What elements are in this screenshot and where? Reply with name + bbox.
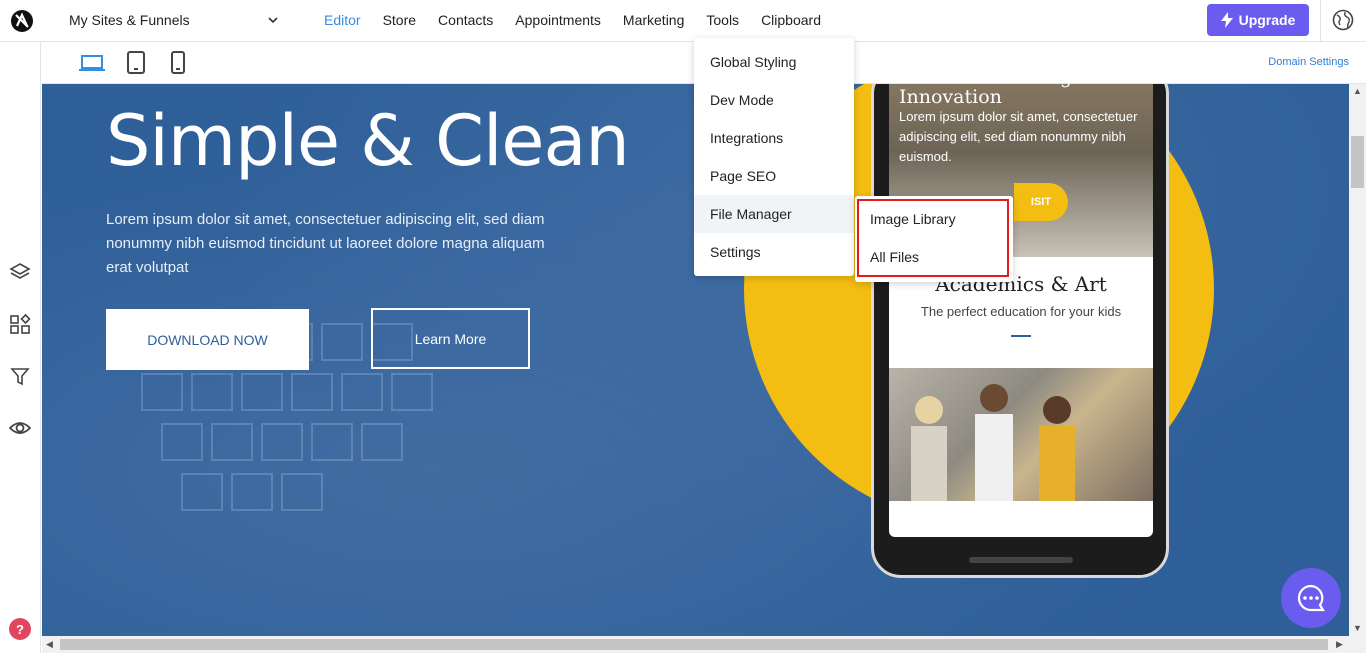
layers-icon[interactable] — [9, 261, 31, 283]
lightning-icon — [1220, 12, 1233, 28]
nav-clipboard[interactable]: Clipboard — [761, 12, 821, 28]
menu-item-global-styling[interactable]: Global Styling — [694, 43, 854, 81]
chevron-down-icon — [268, 17, 278, 24]
vertical-scrollbar[interactable]: ▲ ▼ — [1349, 84, 1366, 636]
hero-title: Simple & Clean — [106, 100, 630, 182]
nav-marketing[interactable]: Marketing — [623, 12, 684, 28]
nav-contacts[interactable]: Contacts — [438, 12, 493, 28]
phone-body-text: Lorem ipsum dolor sit amet, consectetuer… — [899, 109, 1138, 164]
menu-item-page-seo[interactable]: Page SEO — [694, 157, 854, 195]
nav-appointments[interactable]: Appointments — [515, 12, 601, 28]
sites-funnels-select[interactable]: My Sites & Funnels — [69, 12, 281, 30]
menu-item-file-manager[interactable]: File Manager — [694, 195, 854, 233]
scroll-left-icon[interactable]: ◀ — [46, 639, 53, 650]
menu-item-settings[interactable]: Settings — [694, 233, 854, 271]
hero-description: Lorem ipsum dolor sit amet, consectetuer… — [106, 211, 545, 276]
desktop-view-icon[interactable] — [79, 51, 105, 75]
main-nav: Editor Store Contacts Appointments Marke… — [324, 12, 843, 28]
help-button[interactable]: ? — [9, 618, 31, 640]
vertical-scroll-thumb[interactable] — [1351, 136, 1364, 188]
red-highlight-box — [857, 199, 1009, 277]
top-navigation-bar: My Sites & Funnels Editor Store Contacts… — [0, 0, 1366, 42]
learn-more-button[interactable]: Learn More — [371, 308, 530, 369]
phone-screen: Creative Thinking & Innovation Lorem ips… — [889, 84, 1153, 537]
nav-store[interactable]: Store — [383, 12, 416, 28]
menu-item-integrations[interactable]: Integrations — [694, 119, 854, 157]
chat-widget-button[interactable] — [1281, 568, 1341, 628]
left-sidebar: ? — [0, 42, 41, 653]
nav-editor[interactable]: Editor — [324, 12, 361, 28]
download-now-button[interactable]: DOWNLOAD NOW — [106, 309, 309, 370]
chat-bubble-icon — [1297, 584, 1325, 612]
brand-logo-icon[interactable] — [10, 9, 34, 33]
menu-item-dev-mode[interactable]: Dev Mode — [694, 81, 854, 119]
sites-funnels-label: My Sites & Funnels — [69, 12, 190, 28]
phone-section-subtitle: The perfect education for your kids — [920, 304, 1122, 319]
domain-settings-link[interactable]: Domain Settings — [1268, 56, 1349, 68]
students-illustration — [911, 384, 1075, 501]
phone-visit-button: ISIT — [1014, 183, 1068, 221]
tablet-view-icon[interactable] — [123, 51, 149, 75]
globe-icon[interactable] — [1332, 9, 1354, 31]
phone-home-bar — [969, 557, 1073, 563]
upgrade-label: Upgrade — [1238, 12, 1296, 28]
mobile-view-icon[interactable] — [165, 51, 191, 75]
nav-tools[interactable]: Tools — [706, 12, 739, 28]
topbar-divider — [1320, 0, 1321, 41]
tools-dropdown-menu: Global Styling Dev Mode Integrations Pag… — [694, 38, 854, 276]
funnel-icon[interactable] — [9, 365, 31, 387]
preview-eye-icon[interactable] — [9, 417, 31, 439]
horizontal-scroll-thumb[interactable] — [60, 639, 1328, 650]
scroll-down-icon[interactable]: ▼ — [1353, 623, 1362, 633]
scroll-right-icon[interactable]: ▶ — [1336, 639, 1343, 650]
add-elements-icon[interactable] — [9, 313, 31, 335]
phone-mockup: Creative Thinking & Innovation Lorem ips… — [871, 84, 1169, 578]
phone-divider — [1011, 335, 1031, 337]
horizontal-scrollbar[interactable]: ◀ ▶ — [42, 636, 1366, 653]
phone-headline: Creative Thinking & Innovation — [899, 84, 1095, 108]
upgrade-button[interactable]: Upgrade — [1207, 4, 1309, 36]
scroll-up-icon[interactable]: ▲ — [1353, 86, 1362, 96]
